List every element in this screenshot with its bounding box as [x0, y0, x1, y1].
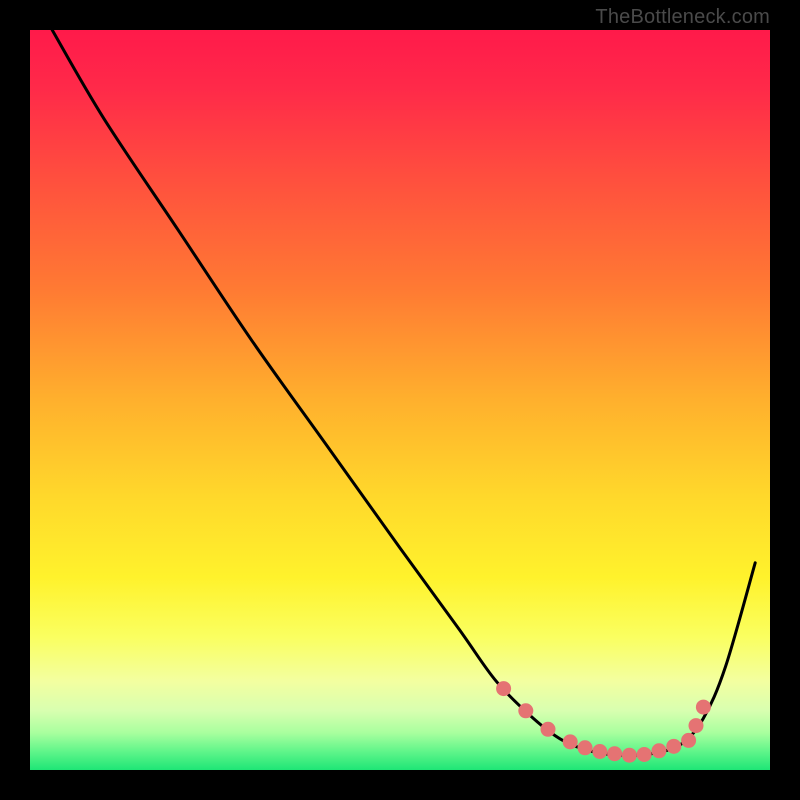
- gradient-background: [30, 30, 770, 770]
- marker-point: [696, 700, 711, 715]
- marker-point: [637, 747, 652, 762]
- marker-point: [622, 748, 637, 763]
- marker-point: [563, 734, 578, 749]
- marker-point: [592, 744, 607, 759]
- chart-svg: [30, 30, 770, 770]
- marker-point: [607, 746, 622, 761]
- marker-point: [518, 703, 533, 718]
- marker-point: [689, 718, 704, 733]
- marker-point: [652, 743, 667, 758]
- marker-point: [681, 733, 696, 748]
- marker-point: [578, 740, 593, 755]
- marker-point: [666, 739, 681, 754]
- chart-frame: TheBottleneck.com: [0, 0, 800, 800]
- attribution-label: TheBottleneck.com: [595, 6, 770, 29]
- marker-point: [496, 681, 511, 696]
- plot-area: [30, 30, 770, 770]
- marker-point: [541, 722, 556, 737]
